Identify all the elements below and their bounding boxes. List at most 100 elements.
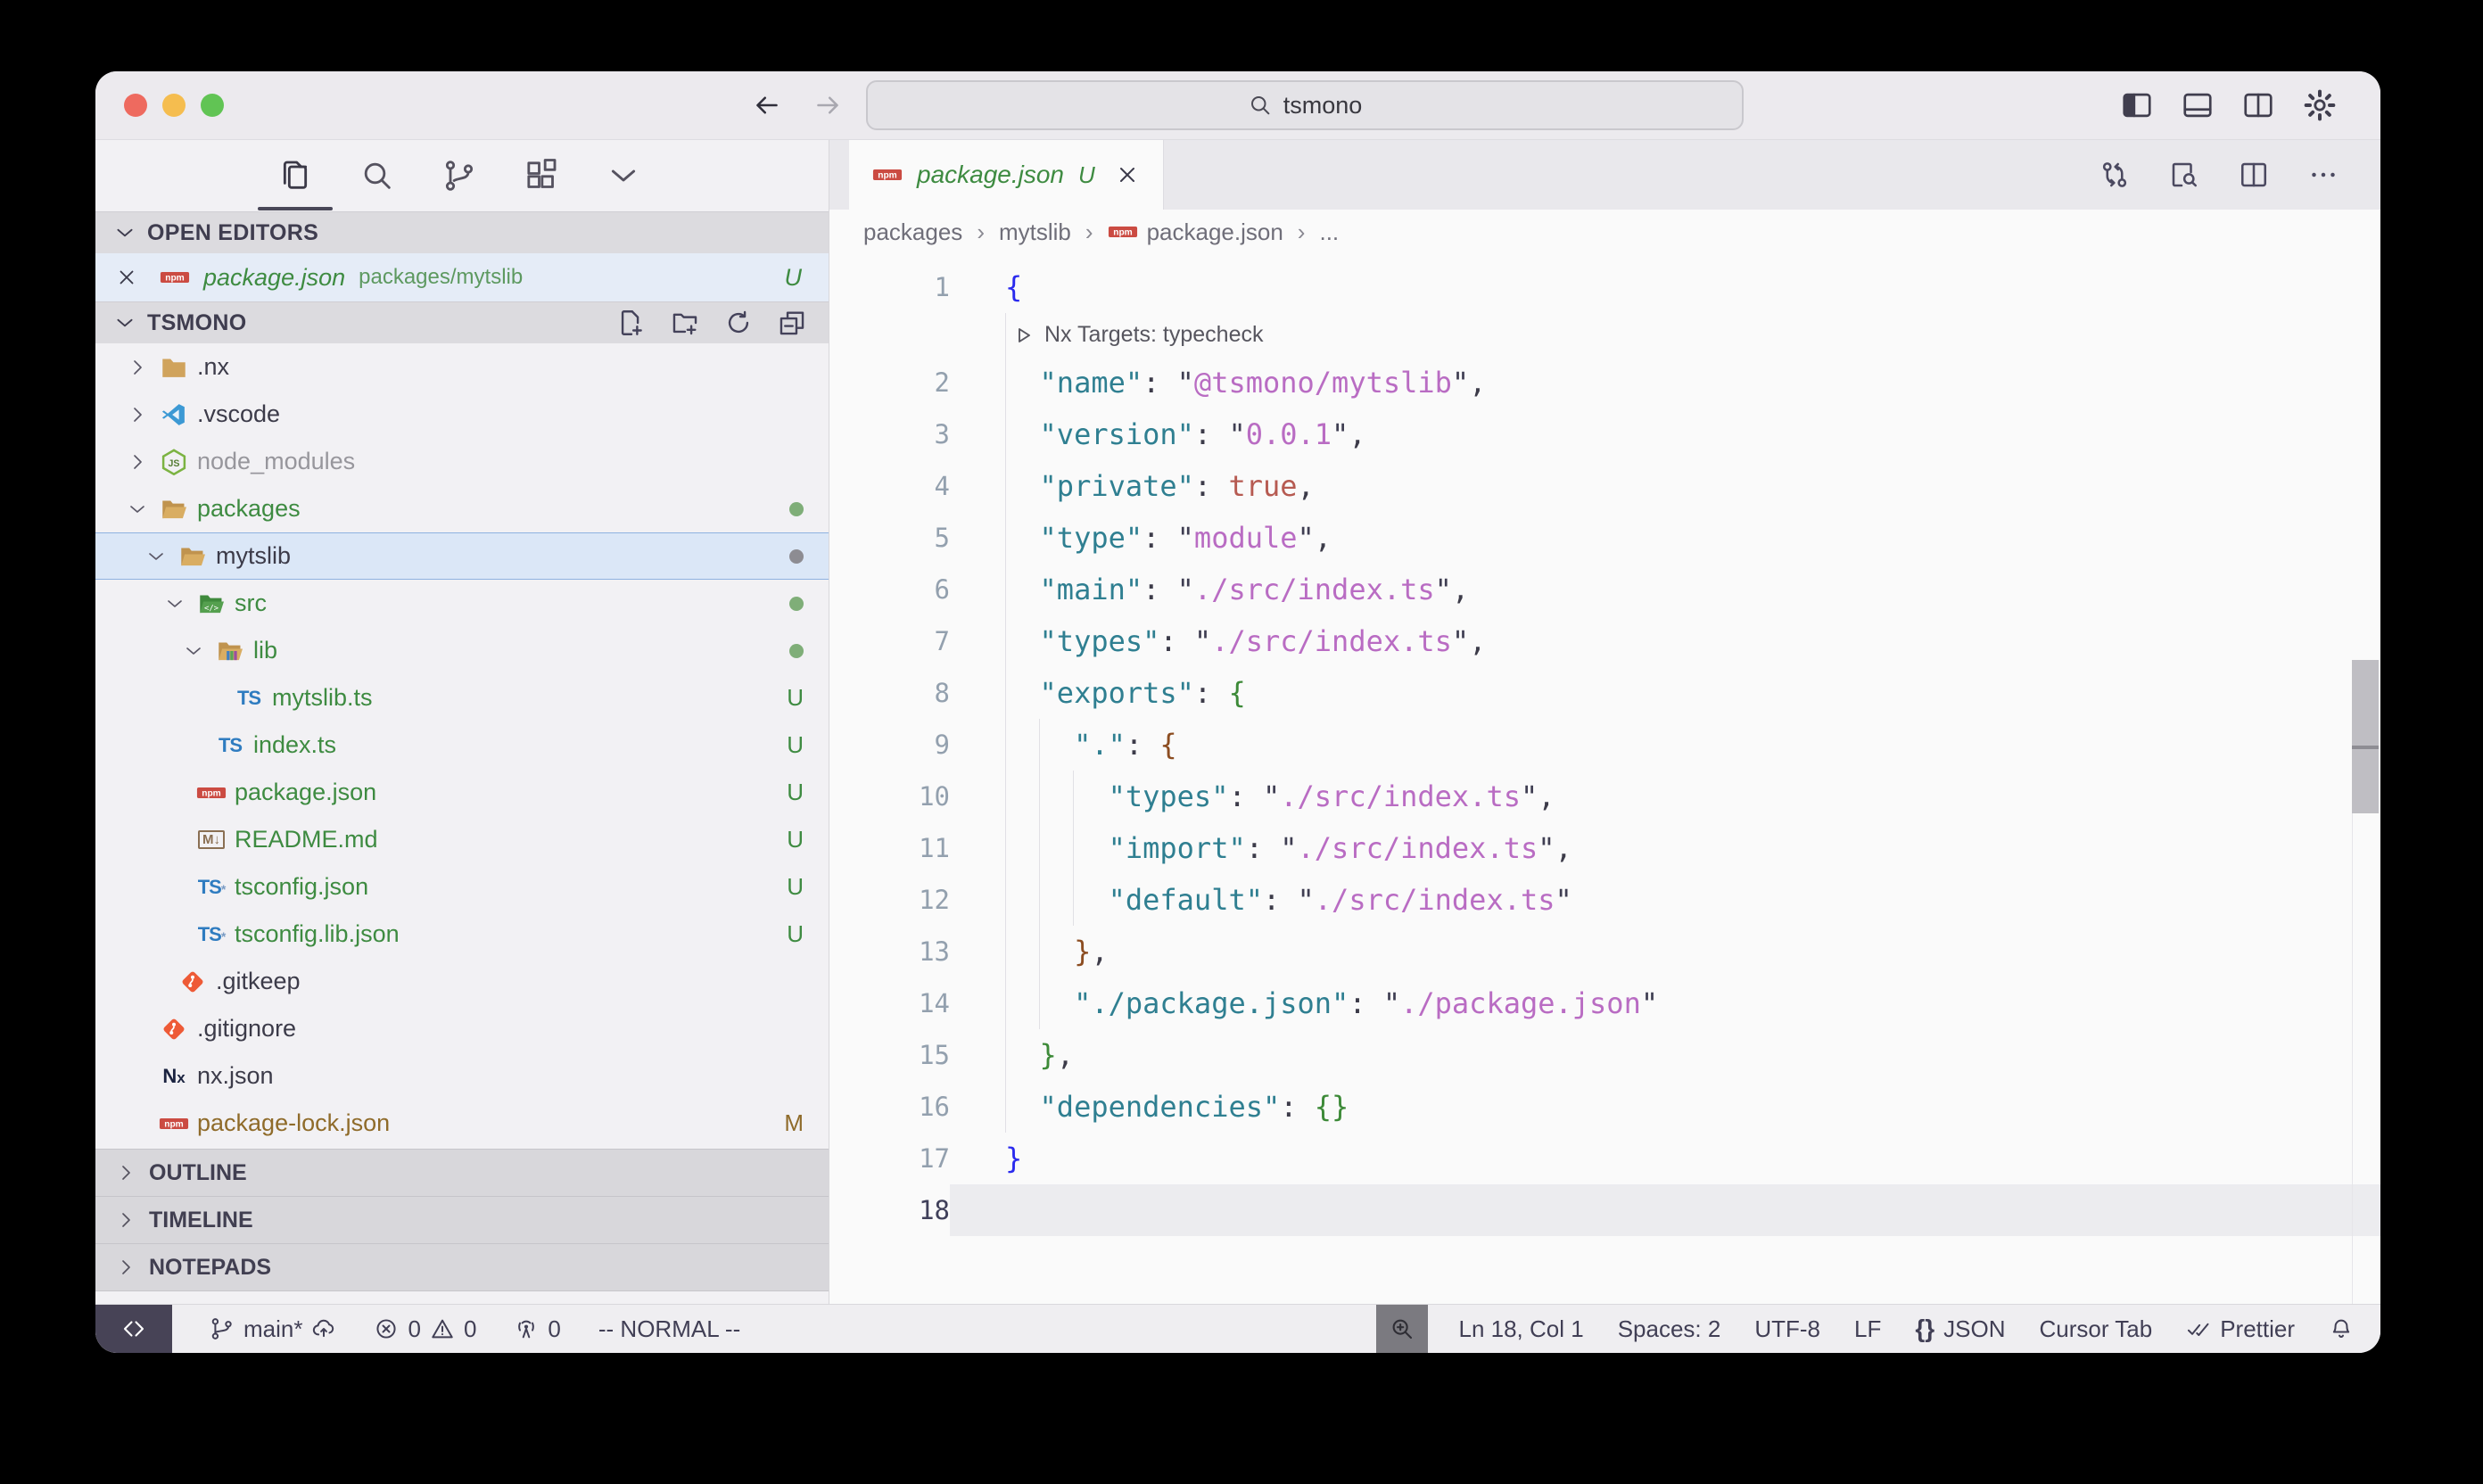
- tree-item-mytslib[interactable]: mytslib: [95, 532, 829, 580]
- tab-git-badge: U: [1078, 161, 1095, 189]
- tree-item-lib[interactable]: lib: [95, 627, 829, 674]
- tree-item-label: package-lock.json: [197, 1109, 390, 1137]
- breadcrumb-item[interactable]: ...: [1319, 218, 1339, 246]
- tree-item-nx-json[interactable]: Nxnx.json: [95, 1052, 829, 1100]
- open-editors-header[interactable]: OPEN EDITORS: [95, 211, 829, 253]
- extensions-icon[interactable]: [522, 156, 561, 195]
- svg-text:npm: npm: [165, 274, 185, 284]
- section-notepads[interactable]: NOTEPADS: [95, 1243, 829, 1290]
- status-item-prettier[interactable]: Prettier: [2186, 1305, 2295, 1353]
- tree-item-label: lib: [253, 637, 277, 664]
- open-preview-icon[interactable]: [2168, 159, 2200, 191]
- tree-item--gitkeep[interactable]: .gitkeep: [95, 958, 829, 1005]
- toggle-secondary-sidebar-icon[interactable]: [2241, 88, 2275, 122]
- remote-indicator[interactable]: [95, 1305, 172, 1353]
- toggle-sidebar-icon[interactable]: [2120, 88, 2154, 122]
- tree-item--nx[interactable]: .nx: [95, 343, 829, 391]
- open-editor-filename: package.json: [203, 264, 345, 292]
- svg-text:npm: npm: [164, 1119, 184, 1129]
- new-folder-icon[interactable]: [670, 308, 700, 338]
- explorer-section-header[interactable]: TSMONO: [95, 301, 829, 343]
- close-tab-icon[interactable]: [1115, 162, 1140, 187]
- line-number: 1: [829, 261, 950, 313]
- source-control-icon[interactable]: [440, 156, 479, 195]
- folder-src-icon: </>: [192, 591, 231, 616]
- tree-item-tsconfig-json[interactable]: TS*tsconfig.jsonU: [95, 863, 829, 911]
- diff-icon[interactable]: [2099, 159, 2131, 191]
- status-item--normal-[interactable]: -- NORMAL --: [598, 1305, 740, 1353]
- settings-gear-icon[interactable]: [2302, 87, 2338, 123]
- cloud-upload-icon: [311, 1316, 336, 1341]
- codelens-nx-targets[interactable]: Nx Targets: typecheck: [829, 313, 2380, 357]
- zoom-indicator[interactable]: [1376, 1305, 1428, 1353]
- tree-item-packages[interactable]: packages: [95, 485, 829, 532]
- tree-item--gitignore[interactable]: .gitignore: [95, 1005, 829, 1052]
- tree-item--vscode[interactable]: .vscode: [95, 391, 829, 438]
- chevron-down-icon[interactable]: [120, 499, 154, 520]
- folder-open-icon: [154, 497, 194, 522]
- open-editor-item[interactable]: npm package.json packages/mytslib U: [95, 253, 829, 301]
- split-editor-icon[interactable]: [2238, 159, 2270, 191]
- close-window-button[interactable]: [124, 94, 147, 117]
- breadcrumb-item[interactable]: mytslib: [999, 218, 1071, 246]
- minimize-window-button[interactable]: [162, 94, 186, 117]
- status-item-lf[interactable]: LF: [1854, 1305, 1881, 1353]
- toggle-panel-icon[interactable]: [2181, 88, 2215, 122]
- navigate-back-icon[interactable]: [751, 89, 783, 121]
- collapse-all-icon[interactable]: [777, 308, 807, 338]
- status-item-spaces-2[interactable]: Spaces: 2: [1618, 1305, 1721, 1353]
- files-icon[interactable]: [276, 156, 315, 195]
- editor-scrollbar-thumb[interactable]: [2352, 660, 2379, 813]
- search-value: tsmono: [1283, 92, 1363, 120]
- chevron-right-icon[interactable]: [120, 404, 154, 425]
- new-file-icon[interactable]: [616, 308, 647, 338]
- tree-item-node-modules[interactable]: JSnode_modules: [95, 438, 829, 485]
- section-outline[interactable]: OUTLINE: [95, 1149, 829, 1196]
- tree-item-mytslib-ts[interactable]: TSmytslib.tsU: [95, 674, 829, 721]
- status-item-cursor-tab[interactable]: Cursor Tab: [2040, 1305, 2153, 1353]
- tree-item-readme-md[interactable]: M↓README.mdU: [95, 816, 829, 863]
- folder-icon: [154, 355, 194, 380]
- git-status-badge: [789, 637, 804, 664]
- code-line-10: 10 "types": "./src/index.ts",: [829, 771, 2380, 822]
- status-item-json[interactable]: {}JSON: [1915, 1305, 2005, 1353]
- svg-text:npm: npm: [1113, 228, 1133, 238]
- status-label: -- NORMAL --: [598, 1315, 740, 1343]
- chevron-right-icon[interactable]: [120, 357, 154, 378]
- status-item-0[interactable]: 0: [514, 1305, 560, 1353]
- open-editors-title: OPEN EDITORS: [147, 220, 318, 246]
- chevron-down-icon[interactable]: [139, 546, 173, 567]
- maximize-window-button[interactable]: [201, 94, 224, 117]
- section-timeline[interactable]: TIMELINE: [95, 1196, 829, 1243]
- tree-item-index-ts[interactable]: TSindex.tsU: [95, 721, 829, 769]
- open-editor-filepath: packages/mytslib: [359, 265, 523, 290]
- tree-item-package-json[interactable]: npmpackage.jsonU: [95, 769, 829, 816]
- breadcrumb-item[interactable]: npmpackage.json: [1108, 218, 1283, 246]
- braces-icon: {}: [1915, 1315, 1934, 1343]
- command-center-search[interactable]: tsmono: [866, 80, 1744, 130]
- close-icon[interactable]: [115, 266, 138, 289]
- status-item-bell[interactable]: [2329, 1305, 2354, 1353]
- chevron-down-icon[interactable]: [158, 593, 192, 614]
- navigate-forward-icon[interactable]: [812, 89, 844, 121]
- chevron-right-icon[interactable]: [120, 451, 154, 473]
- search-icon[interactable]: [358, 156, 397, 195]
- tree-item-src[interactable]: </>src: [95, 580, 829, 627]
- git-status-badge: U: [787, 826, 804, 853]
- status-label: Spaces: 2: [1618, 1315, 1721, 1343]
- tree-item-package-lock-json[interactable]: npmpackage-lock.jsonM: [95, 1100, 829, 1147]
- code-line-8: 8 "exports": {: [829, 667, 2380, 719]
- chevron-down-icon[interactable]: [604, 156, 643, 195]
- tab-package-json[interactable]: npm package.json U: [849, 140, 1164, 210]
- status-item-0[interactable]: 00: [374, 1305, 476, 1353]
- code-editor[interactable]: 1{Nx Targets: typecheck2 "name": "@tsmon…: [829, 254, 2380, 1304]
- breadcrumb-item[interactable]: packages: [863, 218, 962, 246]
- chevron-down-icon[interactable]: [177, 640, 210, 662]
- status-item-ln-18-col-1[interactable]: Ln 18, Col 1: [1458, 1305, 1583, 1353]
- refresh-icon[interactable]: [723, 308, 754, 338]
- tree-item-tsconfig-lib-json[interactable]: TS*tsconfig.lib.jsonU: [95, 911, 829, 958]
- status-item-utf-8[interactable]: UTF-8: [1754, 1305, 1820, 1353]
- line-number: 3: [829, 408, 950, 460]
- status-item-main-[interactable]: main*: [210, 1305, 336, 1353]
- more-icon[interactable]: [2307, 159, 2339, 191]
